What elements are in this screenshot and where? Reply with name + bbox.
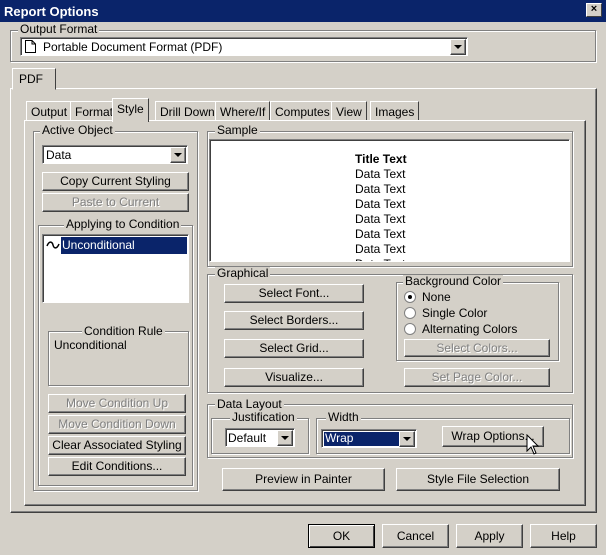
cancel-button[interactable]: Cancel [382,524,449,548]
radio-alternating-colors[interactable]: Alternating Colors [404,322,544,338]
tab-computes-label: Computes [275,105,330,119]
tab-where-if[interactable]: Where/If [215,101,271,121]
tab-pdf[interactable]: PDF [12,68,56,90]
tab-format-label: Format [75,105,114,119]
graphical-label: Graphical [215,266,271,280]
output-format-label: Output Format [18,22,100,36]
sample-data-text: Data Text [355,257,475,261]
condition-rule-value: Unconditional [54,338,127,352]
select-colors-button[interactable]: Select Colors... [404,339,550,357]
active-object-value: Data [46,148,72,162]
active-object-select[interactable]: Data [42,145,188,164]
width-value: Wrap [324,432,400,446]
sample-label: Sample [215,123,260,137]
document-icon [25,40,36,53]
width-select[interactable]: Wrap [321,429,417,448]
sample-title-text: Title Text [355,152,407,166]
clear-associated-styling-button[interactable]: Clear Associated Styling [48,436,186,455]
applying-to-condition-label: Applying to Condition [64,217,182,231]
select-grid-button[interactable]: Select Grid... [224,339,364,358]
background-color-label: Background Color [403,274,504,288]
radio-alternating-colors-label: Alternating Colors [422,322,518,336]
tab-style-label: Style [117,102,144,116]
help-button[interactable]: Help [530,524,597,548]
chevron-down-icon[interactable] [450,39,466,55]
tab-computes[interactable]: Computes [270,101,335,121]
chevron-down-icon[interactable] [399,431,415,447]
tab-output-label: Output [31,105,68,119]
move-condition-down-button[interactable]: Move Condition Down [48,415,186,434]
chevron-down-icon[interactable] [277,430,293,446]
paste-to-current-button[interactable]: Paste to Current [42,193,189,212]
tab-images-label: Images [375,105,415,119]
copy-current-styling-button[interactable]: Copy Current Styling [42,172,189,191]
tab-view[interactable]: View [331,101,367,121]
tab-style[interactable]: Style [112,98,149,122]
sample-data-text: Data Text [355,212,406,226]
window-title: Report Options [4,4,99,19]
tab-drill-down-label: Drill Down [160,105,215,119]
radio-single-color[interactable]: Single Color [404,306,544,322]
chevron-down-icon[interactable] [170,147,186,163]
sample-data-text: Data Text [355,167,406,181]
tilde-icon [46,241,60,249]
move-condition-up-button[interactable]: Move Condition Up [48,394,186,413]
width-label: Width [326,410,361,424]
condition-rule-label: Condition Rule [82,324,165,338]
sample-data-text: Data Text [355,182,406,196]
tab-format[interactable]: Format [70,101,119,121]
title-bar: Report Options [0,0,606,22]
set-page-color-button[interactable]: Set Page Color... [404,368,550,387]
active-object-label: Active Object [40,123,115,137]
ok-button[interactable]: OK [308,524,375,548]
justification-value: Default [228,431,267,445]
sample-data-text: Data Text [355,242,406,256]
style-file-selection-button[interactable]: Style File Selection [396,468,560,491]
close-button[interactable]: × [586,3,602,17]
list-item[interactable]: Unconditional [44,237,187,254]
output-format-value: Portable Document Format (PDF) [43,40,223,54]
radio-button[interactable] [404,323,416,335]
sample-preview: Title Text Data Text Data Text Data Text… [209,139,570,262]
justification-label: Justification [230,410,297,424]
apply-button[interactable]: Apply [456,524,523,548]
radio-button[interactable] [404,291,416,303]
visualize-button[interactable]: Visualize... [224,368,364,387]
tab-images[interactable]: Images [370,101,420,121]
select-font-button[interactable]: Select Font... [224,284,364,303]
condition-list[interactable]: Unconditional [42,234,189,303]
condition-item-label: Unconditional [61,237,187,254]
radio-none[interactable]: None [404,290,544,306]
edit-conditions-button[interactable]: Edit Conditions... [48,457,186,476]
cursor-pointer-icon [526,434,540,455]
output-format-select[interactable]: Portable Document Format (PDF) [20,37,468,56]
tab-output[interactable]: Output [26,101,73,121]
radio-none-label: None [422,290,451,304]
radio-button[interactable] [404,307,416,319]
tab-view-label: View [336,105,362,119]
tab-pdf-label: PDF [19,72,43,86]
sample-data-text: Data Text [355,197,406,211]
sample-data-text: Data Text [355,227,406,241]
close-icon: × [590,3,598,15]
radio-single-color-label: Single Color [422,306,488,320]
select-borders-button[interactable]: Select Borders... [224,311,364,330]
justification-select[interactable]: Default [225,428,295,447]
preview-in-painter-button[interactable]: Preview in Painter [222,468,385,491]
tab-drill-down[interactable]: Drill Down [155,101,220,121]
tab-where-if-label: Where/If [220,105,266,119]
